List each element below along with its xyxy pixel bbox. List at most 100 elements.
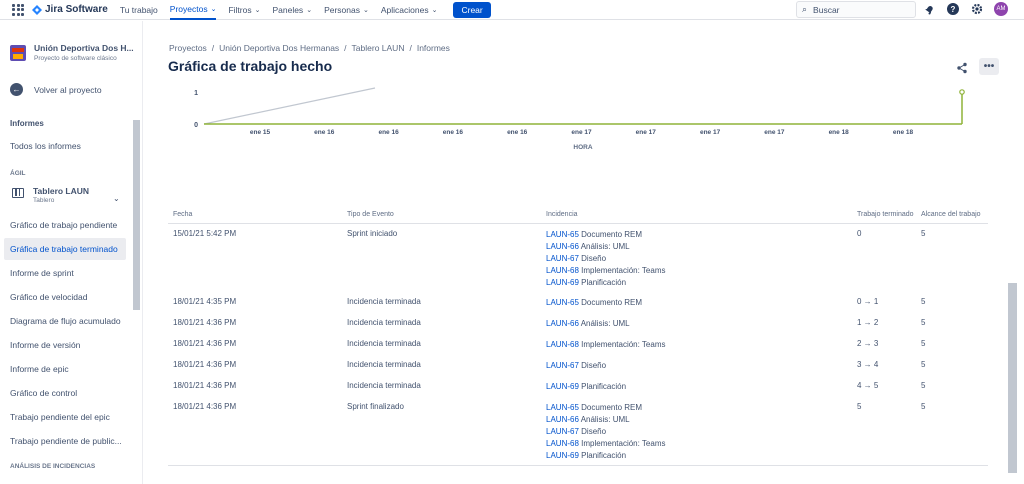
x-axis-title: HORA [573, 144, 592, 151]
board-type: Tablero [33, 197, 55, 204]
board-selector[interactable]: Tablero LAUN Tablero [12, 186, 89, 204]
issue-key-link[interactable]: LAUN-69 [546, 278, 579, 287]
issue-summary: Documento REM [581, 403, 643, 412]
issue-summary: Planificación [581, 382, 627, 391]
nav-item-2[interactable]: Filtros ⌄ [228, 0, 260, 20]
column-header-date: Fecha [173, 211, 193, 218]
event-type-cell: Incidencia terminada [347, 318, 421, 327]
sidebar-item-report-3[interactable]: Gráfico de velocidad [4, 286, 126, 308]
issue-key-link[interactable]: LAUN-69 [546, 451, 579, 460]
share-button[interactable] [953, 60, 971, 76]
more-actions-button[interactable]: ••• [979, 58, 999, 75]
sidebar-item-report-5[interactable]: Informe de versión [4, 334, 126, 356]
scope-cell: 5 [921, 339, 926, 348]
issue-key-link[interactable]: LAUN-68 [546, 266, 579, 275]
nav-item-label: Filtros [228, 4, 252, 15]
nav-item-1[interactable]: Proyectos ⌄ [169, 0, 217, 20]
nav-item-4[interactable]: Personas ⌄ [324, 0, 369, 20]
sidebar-item-report-9[interactable]: Trabajo pendiente de public... [4, 430, 126, 452]
issue-key-link[interactable]: LAUN-69 [546, 382, 579, 391]
issue-key-link[interactable]: LAUN-68 [546, 439, 579, 448]
breadcrumb: Proyectos / Unión Deportiva Dos Hermanas / T… [169, 43, 450, 53]
issue-summary: Documento REM [581, 298, 643, 307]
issue-key-link[interactable]: LAUN-67 [546, 254, 579, 263]
project-type: Proyecto de software clásico [34, 55, 117, 62]
sidebar-item-report-4[interactable]: Diagrama de flujo acumulado [4, 310, 126, 332]
chevron-down-icon: ⌄ [362, 6, 369, 14]
event-type-cell: Incidencia terminada [347, 339, 421, 348]
column-header-issue: Incidencia [546, 211, 578, 218]
issue-key-link[interactable]: LAUN-66 [546, 415, 579, 424]
issue-summary: Diseño [581, 361, 607, 370]
notifications-icon[interactable] [922, 2, 936, 16]
issue-key-link[interactable]: LAUN-66 [546, 319, 579, 328]
work-done-cell: 5 [857, 402, 862, 411]
breadcrumb-separator: / [344, 43, 347, 53]
chevron-down-icon: ⌄ [254, 6, 261, 14]
date-cell: 18/01/21 4:36 PM [173, 402, 237, 411]
issue-key-link[interactable]: LAUN-65 [546, 230, 579, 239]
sidebar-item-report-8[interactable]: Trabajo pendiente del epic [4, 406, 126, 428]
scope-cell: 5 [921, 318, 926, 327]
y-tick-label: 1 [194, 90, 198, 97]
nav-item-label: Personas [324, 4, 360, 15]
work-done-cell: 2 → 3 [857, 339, 879, 348]
work-done-cell: 0 [857, 229, 862, 238]
x-tick-label: ene 16 [314, 129, 335, 136]
issue-summary: Análisis: UML [580, 242, 630, 251]
breadcrumb-link[interactable]: Informes [417, 43, 450, 53]
main-scrollbar[interactable] [1008, 283, 1017, 473]
sidebar-scrollbar[interactable] [133, 120, 140, 310]
header-divider [168, 223, 988, 224]
work-done-cell: 3 → 4 [857, 360, 879, 369]
scope-cell: 5 [921, 297, 926, 306]
x-tick-label: ene 18 [829, 129, 850, 136]
issue-key-link[interactable]: LAUN-67 [546, 427, 579, 436]
issue-item: LAUN-68 Implementación: Teams [546, 339, 665, 351]
sidebar-item-all-reports[interactable]: Todos los informes [4, 135, 126, 157]
breadcrumb-link[interactable]: Proyectos [169, 43, 207, 53]
breadcrumb-separator: / [409, 43, 412, 53]
scope-cell: 5 [921, 229, 926, 238]
date-cell: 18/01/21 4:36 PM [173, 360, 237, 369]
reports-heading: Informes [10, 119, 44, 128]
issue-key-link[interactable]: LAUN-67 [546, 361, 579, 370]
issue-key-link[interactable]: LAUN-65 [546, 298, 579, 307]
issue-summary: Análisis: UML [580, 319, 630, 328]
date-cell: 18/01/21 4:36 PM [173, 381, 237, 390]
issues-cell: LAUN-67 Diseño [546, 360, 606, 372]
x-tick-label: ene 18 [893, 129, 914, 136]
issue-key-link[interactable]: LAUN-66 [546, 242, 579, 251]
back-to-project-link[interactable]: ← Volver al proyecto [10, 83, 102, 96]
nav-item-3[interactable]: Paneles ⌄ [272, 0, 312, 20]
event-type-cell: Sprint iniciado [347, 229, 398, 238]
chevron-down-icon: ⌄ [210, 5, 217, 13]
app-switcher-icon[interactable] [12, 3, 24, 16]
jira-logo-icon [32, 4, 42, 15]
user-avatar[interactable]: AM [994, 2, 1008, 16]
help-icon[interactable]: ? [946, 2, 960, 16]
breadcrumb-link[interactable]: Tablero LAUN [352, 43, 405, 53]
sidebar-item-report-6[interactable]: Informe de epic [4, 358, 126, 380]
sidebar-item-report-2[interactable]: Informe de sprint [4, 262, 126, 284]
table-bottom-divider [168, 465, 988, 466]
breadcrumb-link[interactable]: Unión Deportiva Dos Hermanas [219, 43, 339, 53]
issue-item: LAUN-67 Diseño [546, 253, 665, 265]
completed-work-point [959, 89, 965, 95]
nav-item-5[interactable]: Aplicaciones ⌄ [381, 0, 438, 20]
nav-item-0[interactable]: Tu trabajo [120, 0, 158, 20]
jira-logo[interactable]: Jira Software [32, 4, 108, 15]
issue-key-link[interactable]: LAUN-68 [546, 340, 579, 349]
sidebar-item-report-7[interactable]: Gráfico de control [4, 382, 126, 404]
create-button[interactable]: Crear [453, 1, 491, 18]
issue-key-link[interactable]: LAUN-65 [546, 403, 579, 412]
search-input[interactable]: ⌕ Buscar [796, 1, 916, 18]
project-header[interactable]: Unión Deportiva Dos H... Proyecto de sof… [10, 43, 134, 62]
settings-icon[interactable] [970, 2, 984, 16]
sidebar-item-report-0[interactable]: Gráfico de trabajo pendiente [4, 214, 126, 236]
share-icon [957, 62, 967, 74]
chevron-down-icon[interactable]: ⌄ [113, 194, 120, 203]
work-done-cell: 1 → 2 [857, 318, 879, 327]
sidebar-item-report-1[interactable]: Gráfica de trabajo terminado [4, 238, 126, 260]
issue-summary: Planificación [581, 278, 627, 287]
